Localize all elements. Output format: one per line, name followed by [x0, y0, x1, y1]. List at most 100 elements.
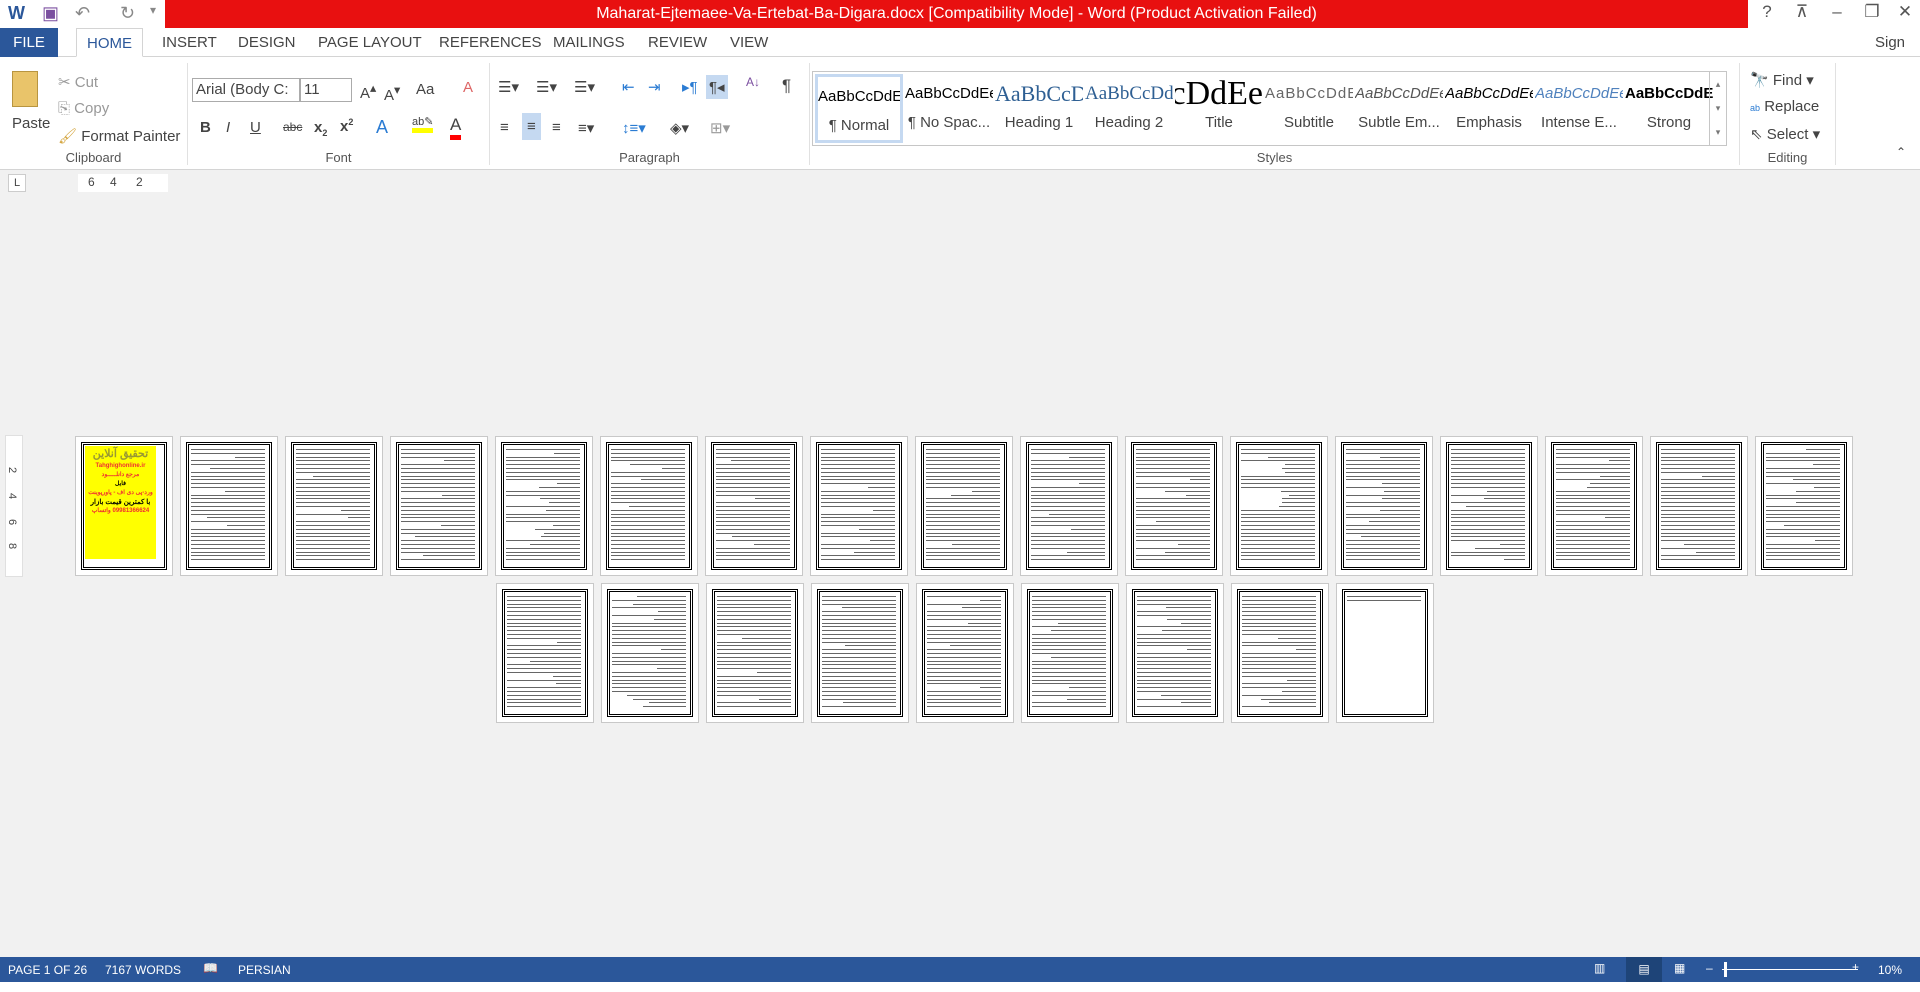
bullets-icon[interactable]: ☰▾: [498, 78, 519, 96]
page-thumbnail-23[interactable]: [1021, 583, 1119, 723]
styles-scroll[interactable]: ▴ ▾ ▾: [1709, 72, 1726, 145]
multilevel-list-icon[interactable]: ☰▾: [574, 78, 595, 96]
page-thumbnail-17[interactable]: [1755, 436, 1853, 576]
page-thumbnail-22[interactable]: [916, 583, 1014, 723]
superscript-icon[interactable]: x2: [340, 117, 353, 135]
sign-in-link[interactable]: Sign in: [1865, 28, 1920, 80]
style-heading-2[interactable]: AaBbCcDdEe Heading 2: [1085, 74, 1173, 143]
horizontal-ruler[interactable]: L 6 4 2: [0, 170, 1920, 196]
collapse-ribbon-icon[interactable]: ⌃: [1896, 145, 1906, 159]
clear-formatting-icon[interactable]: A: [463, 79, 473, 96]
style-subtitle[interactable]: AaBbCcDdEe Subtitle: [1265, 74, 1353, 143]
page-thumbnail-2[interactable]: [180, 436, 278, 576]
font-size-select[interactable]: 11: [300, 78, 352, 102]
font-color-icon[interactable]: A: [450, 115, 462, 140]
close-icon[interactable]: ✕: [1890, 2, 1920, 22]
page-thumbnail-26[interactable]: [1336, 583, 1434, 723]
page-thumbnail-15[interactable]: [1545, 436, 1643, 576]
page-thumbnail-11[interactable]: [1125, 436, 1223, 576]
page-thumbnail-5[interactable]: [495, 436, 593, 576]
page-thumbnail-19[interactable]: [601, 583, 699, 723]
underline-button[interactable]: U: [250, 119, 261, 136]
font-name-select[interactable]: Arial (Body C:: [192, 78, 300, 102]
highlight-color-icon[interactable]: ab✎: [412, 115, 434, 133]
style-strong[interactable]: AaBbCcDdEe Strong: [1625, 74, 1713, 143]
page-thumbnail-14[interactable]: [1440, 436, 1538, 576]
tab-insert[interactable]: INSERT: [152, 28, 227, 57]
help-button[interactable]: ?: [1752, 2, 1782, 22]
tab-file[interactable]: FILE: [0, 28, 58, 57]
customize-quick-access-icon[interactable]: ▾: [150, 3, 156, 17]
paste-button[interactable]: Paste: [12, 115, 50, 132]
italic-button[interactable]: I: [226, 119, 230, 136]
page-thumbnail-18[interactable]: [496, 583, 594, 723]
ltr-icon[interactable]: ▸¶: [682, 78, 698, 96]
zoom-level[interactable]: 10%: [1878, 963, 1902, 977]
page-thumbnail-16[interactable]: [1650, 436, 1748, 576]
page-thumbnail-8[interactable]: [810, 436, 908, 576]
bold-button[interactable]: B: [200, 119, 211, 136]
align-left-icon[interactable]: ≡: [500, 119, 509, 136]
page-thumbnail-24[interactable]: [1126, 583, 1224, 723]
paste-icon[interactable]: [12, 71, 38, 107]
style-emphasis[interactable]: AaBbCcDdEe Emphasis: [1445, 74, 1533, 143]
read-mode-icon[interactable]: ▥: [1594, 961, 1605, 975]
page-thumbnail-25[interactable]: [1231, 583, 1329, 723]
language[interactable]: PERSIAN: [238, 963, 291, 977]
show-formatting-icon[interactable]: ¶: [782, 76, 791, 96]
tab-design[interactable]: DESIGN: [228, 28, 306, 57]
undo-icon[interactable]: ↶: [75, 3, 90, 24]
grow-font-icon[interactable]: A▴: [360, 80, 376, 102]
line-spacing-icon[interactable]: ↕≡▾: [622, 119, 646, 137]
subscript-icon[interactable]: x2: [314, 119, 327, 138]
restore-icon[interactable]: ❐: [1857, 2, 1887, 22]
page-thumbnail-6[interactable]: [600, 436, 698, 576]
page-thumbnail-7[interactable]: [705, 436, 803, 576]
copy-button[interactable]: ⎘ Copy: [58, 100, 109, 117]
tab-review[interactable]: REVIEW: [638, 28, 717, 57]
minimize-icon[interactable]: –: [1822, 2, 1852, 22]
shading-icon[interactable]: ◈▾: [670, 119, 689, 137]
replace-button[interactable]: ab Replace: [1750, 98, 1819, 115]
decrease-indent-icon[interactable]: ⇤: [622, 78, 635, 96]
redo-icon[interactable]: ↻: [120, 3, 135, 24]
cut-button[interactable]: ✂ Cut: [58, 73, 98, 91]
style-title[interactable]: AaBbCcDdEe Title: [1175, 74, 1263, 143]
document-area[interactable]: تحقیق آنلاین Tahghighonline.ir مرجع دانل…: [0, 196, 1920, 957]
style-no-spacing[interactable]: AaBbCcDdEe ¶ No Spac...: [905, 74, 993, 143]
tab-selector[interactable]: L: [8, 174, 26, 192]
word-count[interactable]: 7167 WORDS: [105, 963, 181, 977]
zoom-in-icon[interactable]: +: [1852, 960, 1859, 974]
page-thumbnail-20[interactable]: [706, 583, 804, 723]
find-button[interactable]: 🔭 Find ▾: [1750, 71, 1814, 89]
change-case-button[interactable]: Aa: [416, 81, 434, 98]
strikethrough-button[interactable]: abc: [283, 120, 302, 134]
sort-icon[interactable]: A↓: [746, 75, 760, 89]
page-thumbnail-1[interactable]: تحقیق آنلاین Tahghighonline.ir مرجع دانل…: [75, 436, 173, 576]
align-right-icon[interactable]: ≡: [552, 119, 561, 136]
style-heading-1[interactable]: AaBbCcDdEe Heading 1: [995, 74, 1083, 143]
page-thumbnail-10[interactable]: [1020, 436, 1118, 576]
page-thumbnail-9[interactable]: [915, 436, 1013, 576]
tab-mailings[interactable]: MAILINGS: [543, 28, 635, 57]
style-subtle-emphasis[interactable]: AaBbCcDdEe Subtle Em...: [1355, 74, 1443, 143]
shrink-font-icon[interactable]: A▾: [384, 82, 400, 104]
page-thumbnail-21[interactable]: [811, 583, 909, 723]
tab-home[interactable]: HOME: [76, 28, 143, 57]
zoom-out-icon[interactable]: –: [1706, 961, 1713, 975]
tab-view[interactable]: VIEW: [720, 28, 778, 57]
tab-page-layout[interactable]: PAGE LAYOUT: [308, 28, 432, 57]
web-layout-icon[interactable]: ▦: [1674, 961, 1685, 975]
zoom-slider[interactable]: [1722, 969, 1858, 970]
zoom-slider-thumb[interactable]: [1724, 962, 1727, 977]
tab-references[interactable]: REFERENCES: [429, 28, 552, 57]
select-button[interactable]: ⇖ Select ▾: [1750, 125, 1820, 143]
text-effects-icon[interactable]: A: [376, 117, 388, 138]
style-intense-emphasis[interactable]: AaBbCcDdEe Intense E...: [1535, 74, 1623, 143]
rtl-icon[interactable]: ¶◂: [706, 75, 728, 99]
page-thumbnail-3[interactable]: [285, 436, 383, 576]
page-thumbnail-13[interactable]: [1335, 436, 1433, 576]
format-painter-button[interactable]: 🖌 Format Painter: [58, 127, 180, 145]
ribbon-display-options-icon[interactable]: ⊼: [1787, 2, 1817, 22]
style-normal[interactable]: AaBbCcDdEe ¶ Normal: [815, 74, 903, 143]
